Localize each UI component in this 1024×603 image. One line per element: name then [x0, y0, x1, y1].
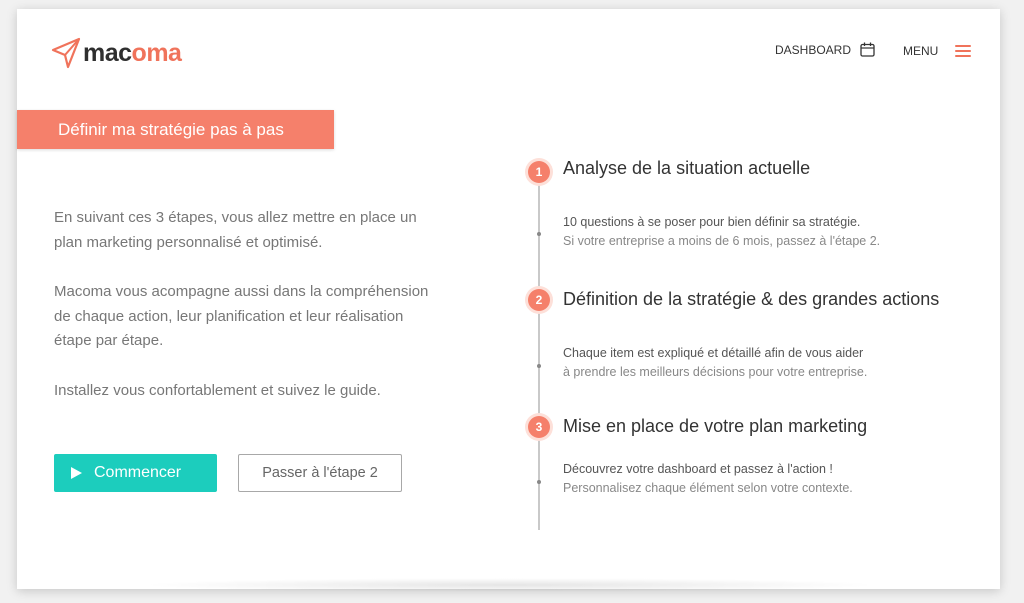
step-1-line-2: Si votre entreprise a moins de 6 mois, p… — [563, 234, 881, 248]
calendar-icon — [860, 42, 875, 57]
timeline-dot — [537, 232, 541, 236]
step-3-description: Découvrez votre dashboard et passez à l'… — [563, 460, 853, 498]
page-title: Définir ma stratégie pas à pas — [17, 110, 334, 149]
step-1-line-1: 10 questions à se poser pour bien défini… — [563, 215, 861, 229]
step-3-line-2: Personnalisez chaque élément selon votre… — [563, 481, 853, 495]
step-3-number: 3 — [528, 416, 550, 438]
dashboard-link[interactable]: DASHBOARD — [775, 42, 875, 57]
intro-paragraph-2: Macoma vous acompagne aussi dans la comp… — [54, 283, 429, 349]
step-3-line-1: Découvrez votre dashboard et passez à l'… — [563, 462, 833, 476]
step-2-line-2: à prendre les meilleurs décisions pour v… — [563, 365, 868, 379]
timeline-dot — [537, 480, 541, 484]
step-1-number: 1 — [528, 161, 550, 183]
step-1-title[interactable]: Analyse de la situation actuelle — [563, 158, 810, 179]
menu-label: MENU — [903, 44, 939, 58]
paper-plane-icon — [51, 37, 81, 69]
timeline-dot — [537, 364, 541, 368]
hamburger-icon — [955, 42, 972, 60]
app-window: macoma DASHBOARD MENU Définir ma stratég… — [17, 9, 1000, 589]
intro-paragraph-1: En suivant ces 3 étapes, vous allez mett… — [54, 209, 417, 251]
step-2-description: Chaque item est expliqué et détaillé afi… — [563, 344, 867, 382]
step-2-title[interactable]: Définition de la stratégie & des grandes… — [563, 289, 939, 310]
intro-text: En suivant ces 3 étapes, vous allez mett… — [54, 206, 444, 428]
logo[interactable]: macoma — [51, 35, 182, 71]
step-1-description: 10 questions à se poser pour bien défini… — [563, 213, 880, 251]
start-button[interactable]: Commencer — [54, 454, 217, 492]
timeline-line — [538, 175, 540, 530]
logo-text-part1: mac — [83, 38, 132, 67]
step-2-number: 2 — [528, 289, 550, 311]
step-3-title[interactable]: Mise en place de votre plan marketing — [563, 416, 867, 437]
logo-text-part2: oma — [131, 38, 182, 67]
logo-text: macoma — [83, 38, 182, 68]
dashboard-label: DASHBOARD — [775, 42, 852, 57]
intro-paragraph-3: Installez vous confortablement et suivez… — [54, 381, 381, 399]
menu-button[interactable]: MENU — [903, 42, 972, 60]
play-icon — [71, 467, 82, 479]
skip-to-step-2-button[interactable]: Passer à l'étape 2 — [238, 454, 402, 492]
start-button-label: Commencer — [94, 464, 182, 481]
page-shadow — [140, 578, 880, 592]
step-2-line-1: Chaque item est expliqué et détaillé afi… — [563, 346, 864, 360]
